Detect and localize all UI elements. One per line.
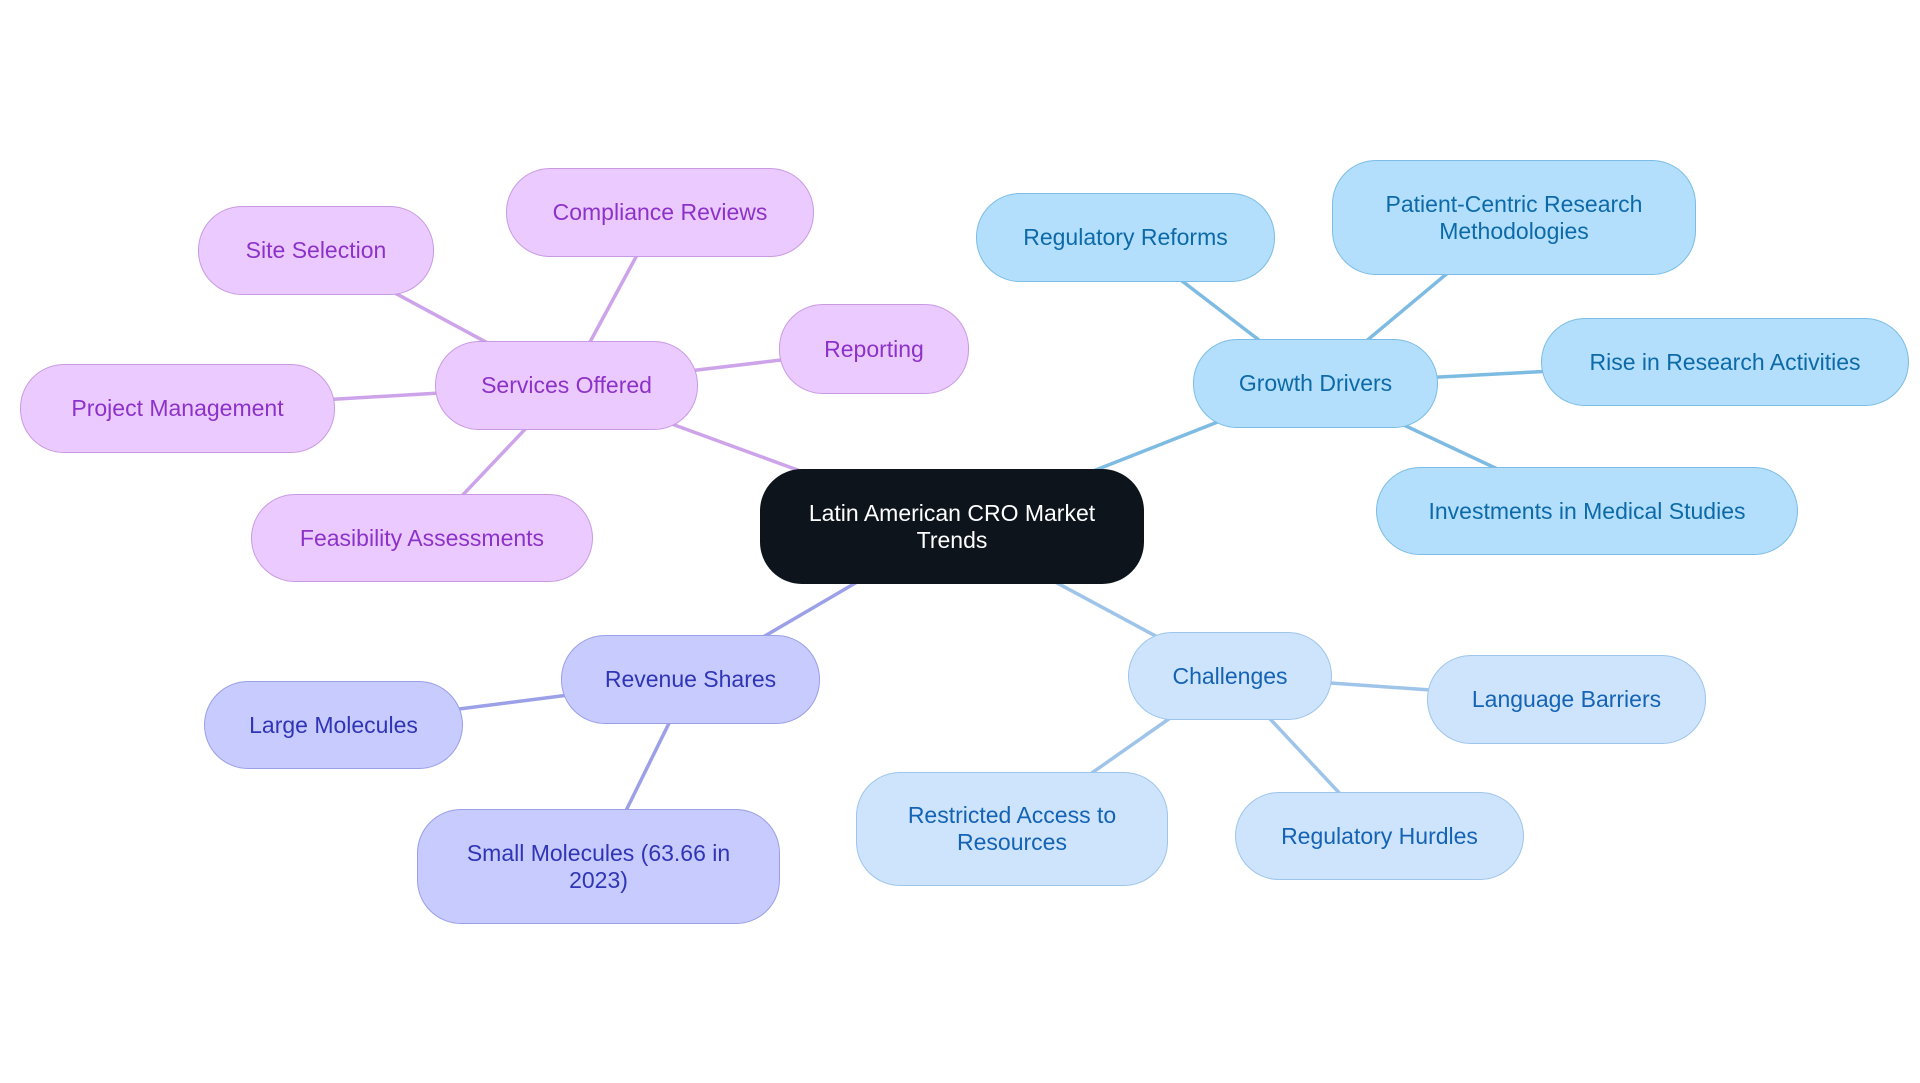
leaf-node-site-selection[interactable]: Site Selection [198, 206, 434, 295]
branch-node-challenges[interactable]: Challenges [1128, 632, 1332, 720]
leaf-node-feasibility-assessments[interactable]: Feasibility Assessments [251, 494, 593, 582]
branch-node-revenue-shares[interactable]: Revenue Shares [561, 635, 820, 724]
leaf-node-reporting[interactable]: Reporting [779, 304, 969, 394]
root-node[interactable]: Latin American CRO Market Trends [760, 469, 1144, 584]
leaf-node-large-molecules[interactable]: Large Molecules [204, 681, 463, 769]
leaf-node-language-barriers[interactable]: Language Barriers [1427, 655, 1706, 744]
leaf-node-investments-medical-studies[interactable]: Investments in Medical Studies [1376, 467, 1798, 555]
mindmap-canvas: Latin American CRO Market Trends Service… [0, 0, 1920, 1083]
leaf-node-regulatory-reforms[interactable]: Regulatory Reforms [976, 193, 1275, 282]
branch-node-services-offered[interactable]: Services Offered [435, 341, 698, 430]
leaf-node-rise-in-research[interactable]: Rise in Research Activities [1541, 318, 1909, 406]
leaf-node-compliance-reviews[interactable]: Compliance Reviews [506, 168, 814, 257]
leaf-node-regulatory-hurdles[interactable]: Regulatory Hurdles [1235, 792, 1524, 880]
leaf-node-small-molecules[interactable]: Small Molecules (63.66 in 2023) [417, 809, 780, 924]
leaf-node-patient-centric-research[interactable]: Patient-Centric Research Methodologies [1332, 160, 1696, 275]
leaf-node-project-management[interactable]: Project Management [20, 364, 335, 453]
leaf-node-restricted-access[interactable]: Restricted Access to Resources [856, 772, 1168, 886]
branch-node-growth-drivers[interactable]: Growth Drivers [1193, 339, 1438, 428]
